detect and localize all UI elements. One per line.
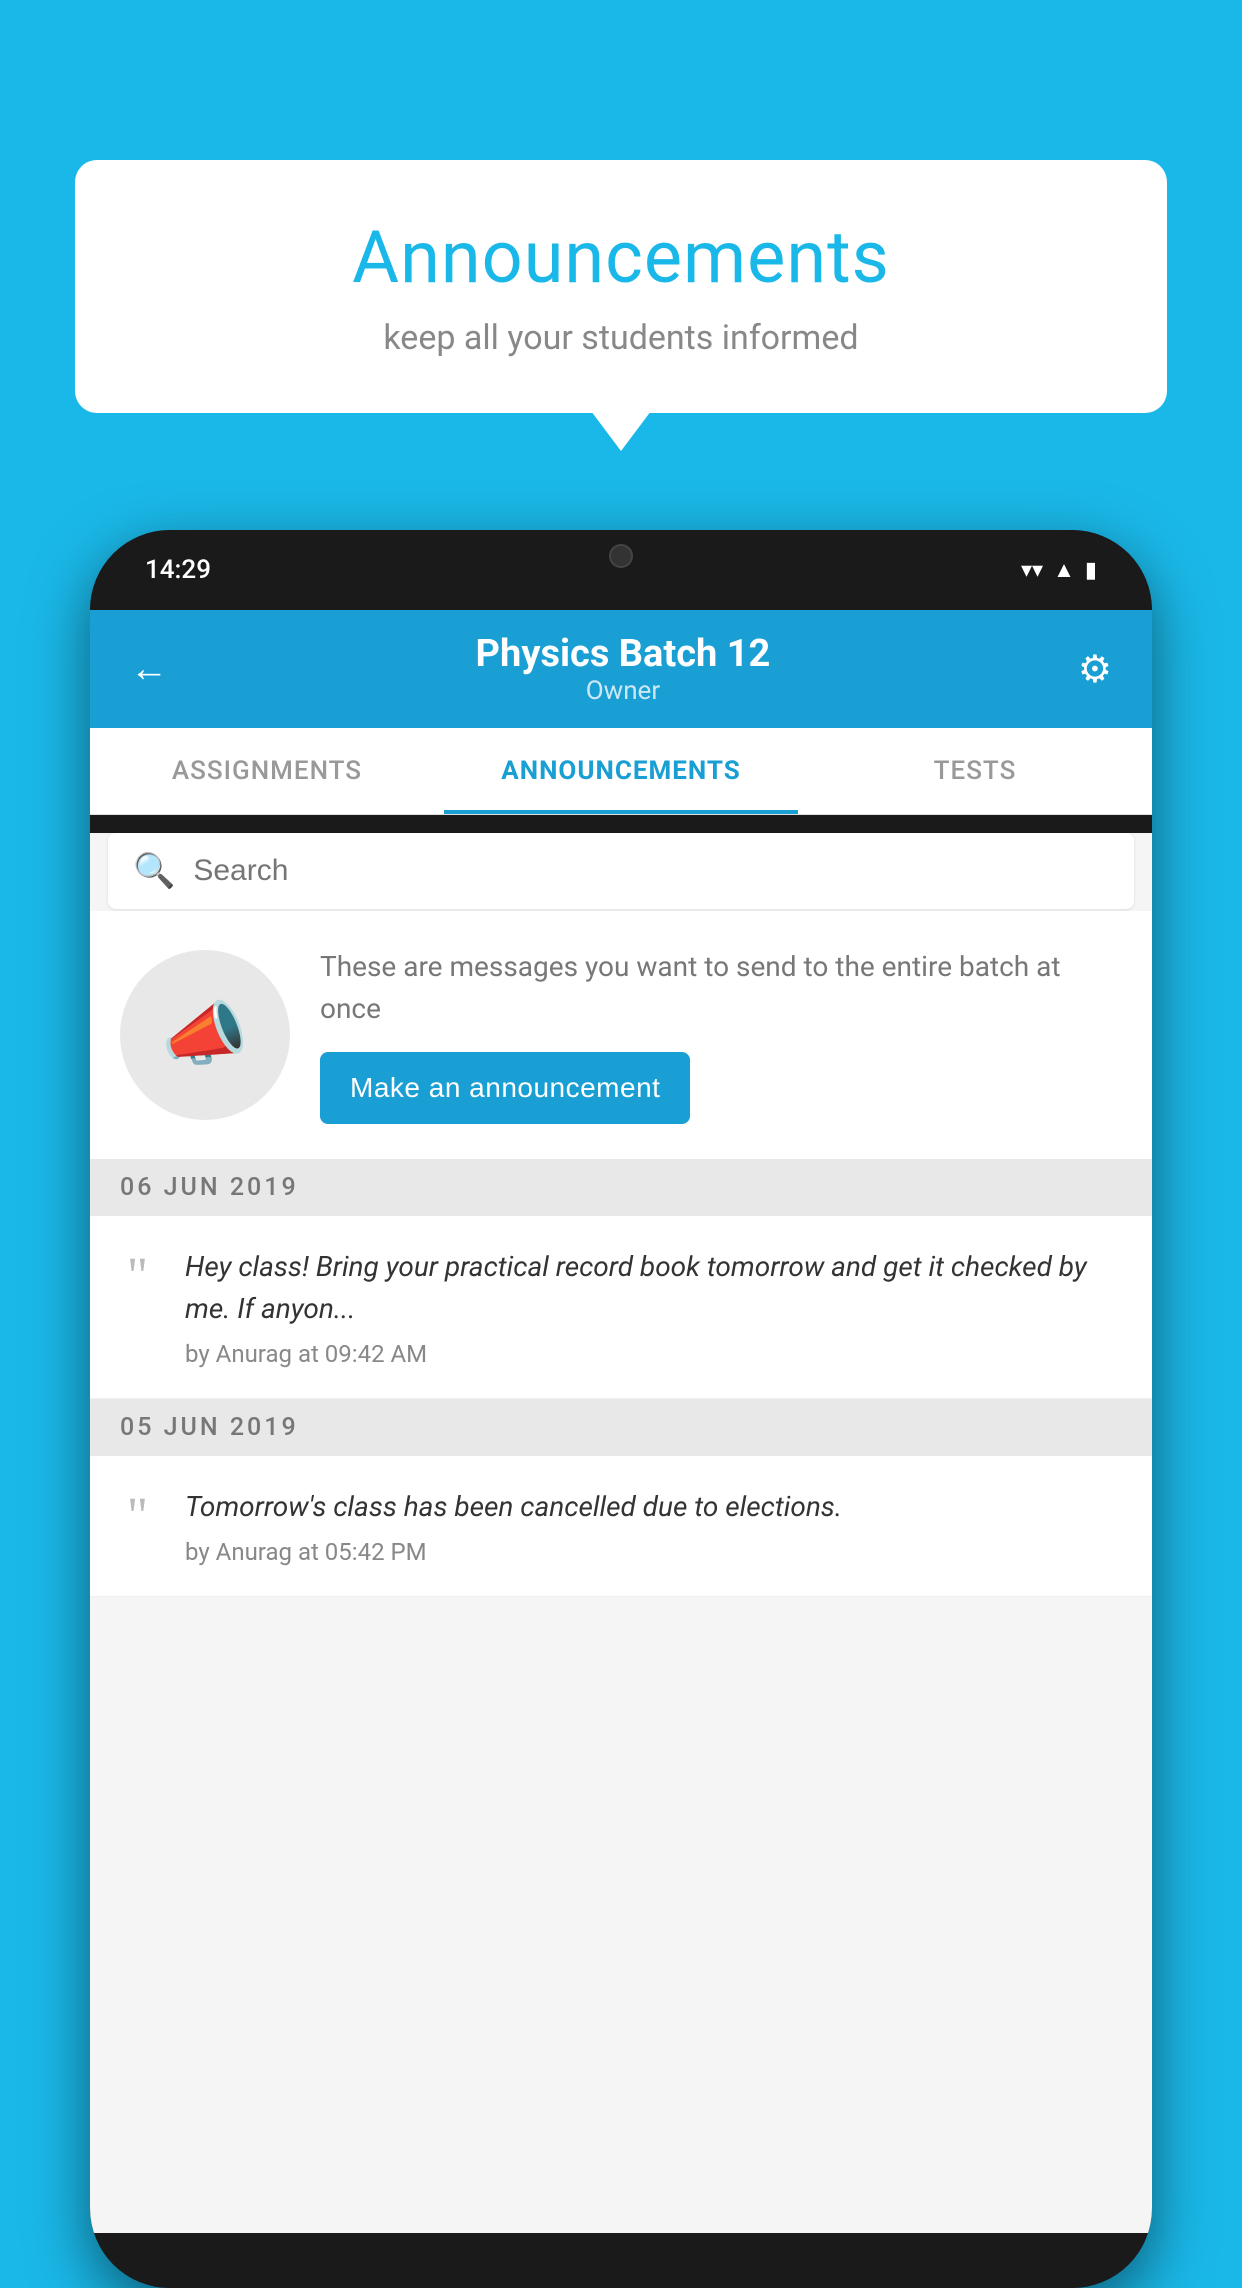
tab-assignments[interactable]: ASSIGNMENTS: [90, 728, 444, 814]
gear-icon[interactable]: ⚙: [1078, 647, 1112, 692]
phone-bottom: [90, 2233, 1152, 2288]
search-container: 🔍: [108, 833, 1134, 909]
tabs-bar: ASSIGNMENTS ANNOUNCEMENTS TESTS: [90, 728, 1152, 815]
app-header: ← Physics Batch 12 Owner ⚙: [90, 610, 1152, 728]
announcement-content-2: Tomorrow's class has been cancelled due …: [185, 1486, 1122, 1566]
header-center: Physics Batch 12 Owner: [476, 632, 771, 706]
announcement-author-2: by Anurag at 05:42 PM: [185, 1538, 1122, 1566]
wifi-icon: ▾▾: [1021, 558, 1043, 583]
promo-text: These are messages you want to send to t…: [320, 946, 1122, 1030]
speech-bubble-container: Announcements keep all your students inf…: [75, 160, 1167, 413]
date-separator-1: 06 JUN 2019: [90, 1159, 1152, 1216]
bubble-subtitle: keep all your students informed: [135, 318, 1107, 358]
megaphone-circle: 📣: [120, 950, 290, 1120]
status-icons: ▾▾ ▲ ▮: [1021, 557, 1097, 583]
header-subtitle: Owner: [476, 676, 771, 706]
quote-icon-1: ": [110, 1251, 165, 1303]
phone-notch: [531, 530, 711, 582]
announcement-text-2: Tomorrow's class has been cancelled due …: [185, 1486, 1122, 1528]
signal-icon: ▲: [1053, 557, 1075, 583]
date-separator-2: 05 JUN 2019: [90, 1399, 1152, 1456]
megaphone-icon: 📣: [161, 994, 248, 1076]
quote-icon-2: ": [110, 1491, 165, 1543]
announcement-author-1: by Anurag at 09:42 AM: [185, 1340, 1122, 1368]
promo-right: These are messages you want to send to t…: [320, 946, 1122, 1124]
announcement-promo: 📣 These are messages you want to send to…: [90, 911, 1152, 1159]
back-button[interactable]: ←: [130, 647, 168, 691]
battery-icon: ▮: [1085, 558, 1097, 583]
tab-tests[interactable]: TESTS: [798, 728, 1152, 814]
phone-camera: [609, 544, 633, 568]
header-title: Physics Batch 12: [476, 632, 771, 676]
bubble-title: Announcements: [135, 215, 1107, 300]
tab-announcements[interactable]: ANNOUNCEMENTS: [444, 728, 798, 814]
search-input[interactable]: [193, 854, 1109, 888]
announcement-text-1: Hey class! Bring your practical record b…: [185, 1246, 1122, 1330]
speech-bubble: Announcements keep all your students inf…: [75, 160, 1167, 413]
status-bar: 14:29 ▾▾ ▲ ▮: [90, 530, 1152, 610]
search-icon: 🔍: [133, 851, 175, 891]
announcement-item-1: " Hey class! Bring your practical record…: [90, 1216, 1152, 1399]
announcement-content-1: Hey class! Bring your practical record b…: [185, 1246, 1122, 1368]
status-time: 14:29: [145, 555, 211, 585]
phone: 14:29 ▾▾ ▲ ▮ ← Physics Batch 12 Owner ⚙ …: [90, 530, 1152, 2288]
phone-content: 🔍 📣 These are messages you want to send …: [90, 833, 1152, 2233]
make-announcement-button[interactable]: Make an announcement: [320, 1052, 690, 1124]
phone-wrapper: 14:29 ▾▾ ▲ ▮ ← Physics Batch 12 Owner ⚙ …: [90, 530, 1152, 2208]
announcement-item-2: " Tomorrow's class has been cancelled du…: [90, 1456, 1152, 1597]
